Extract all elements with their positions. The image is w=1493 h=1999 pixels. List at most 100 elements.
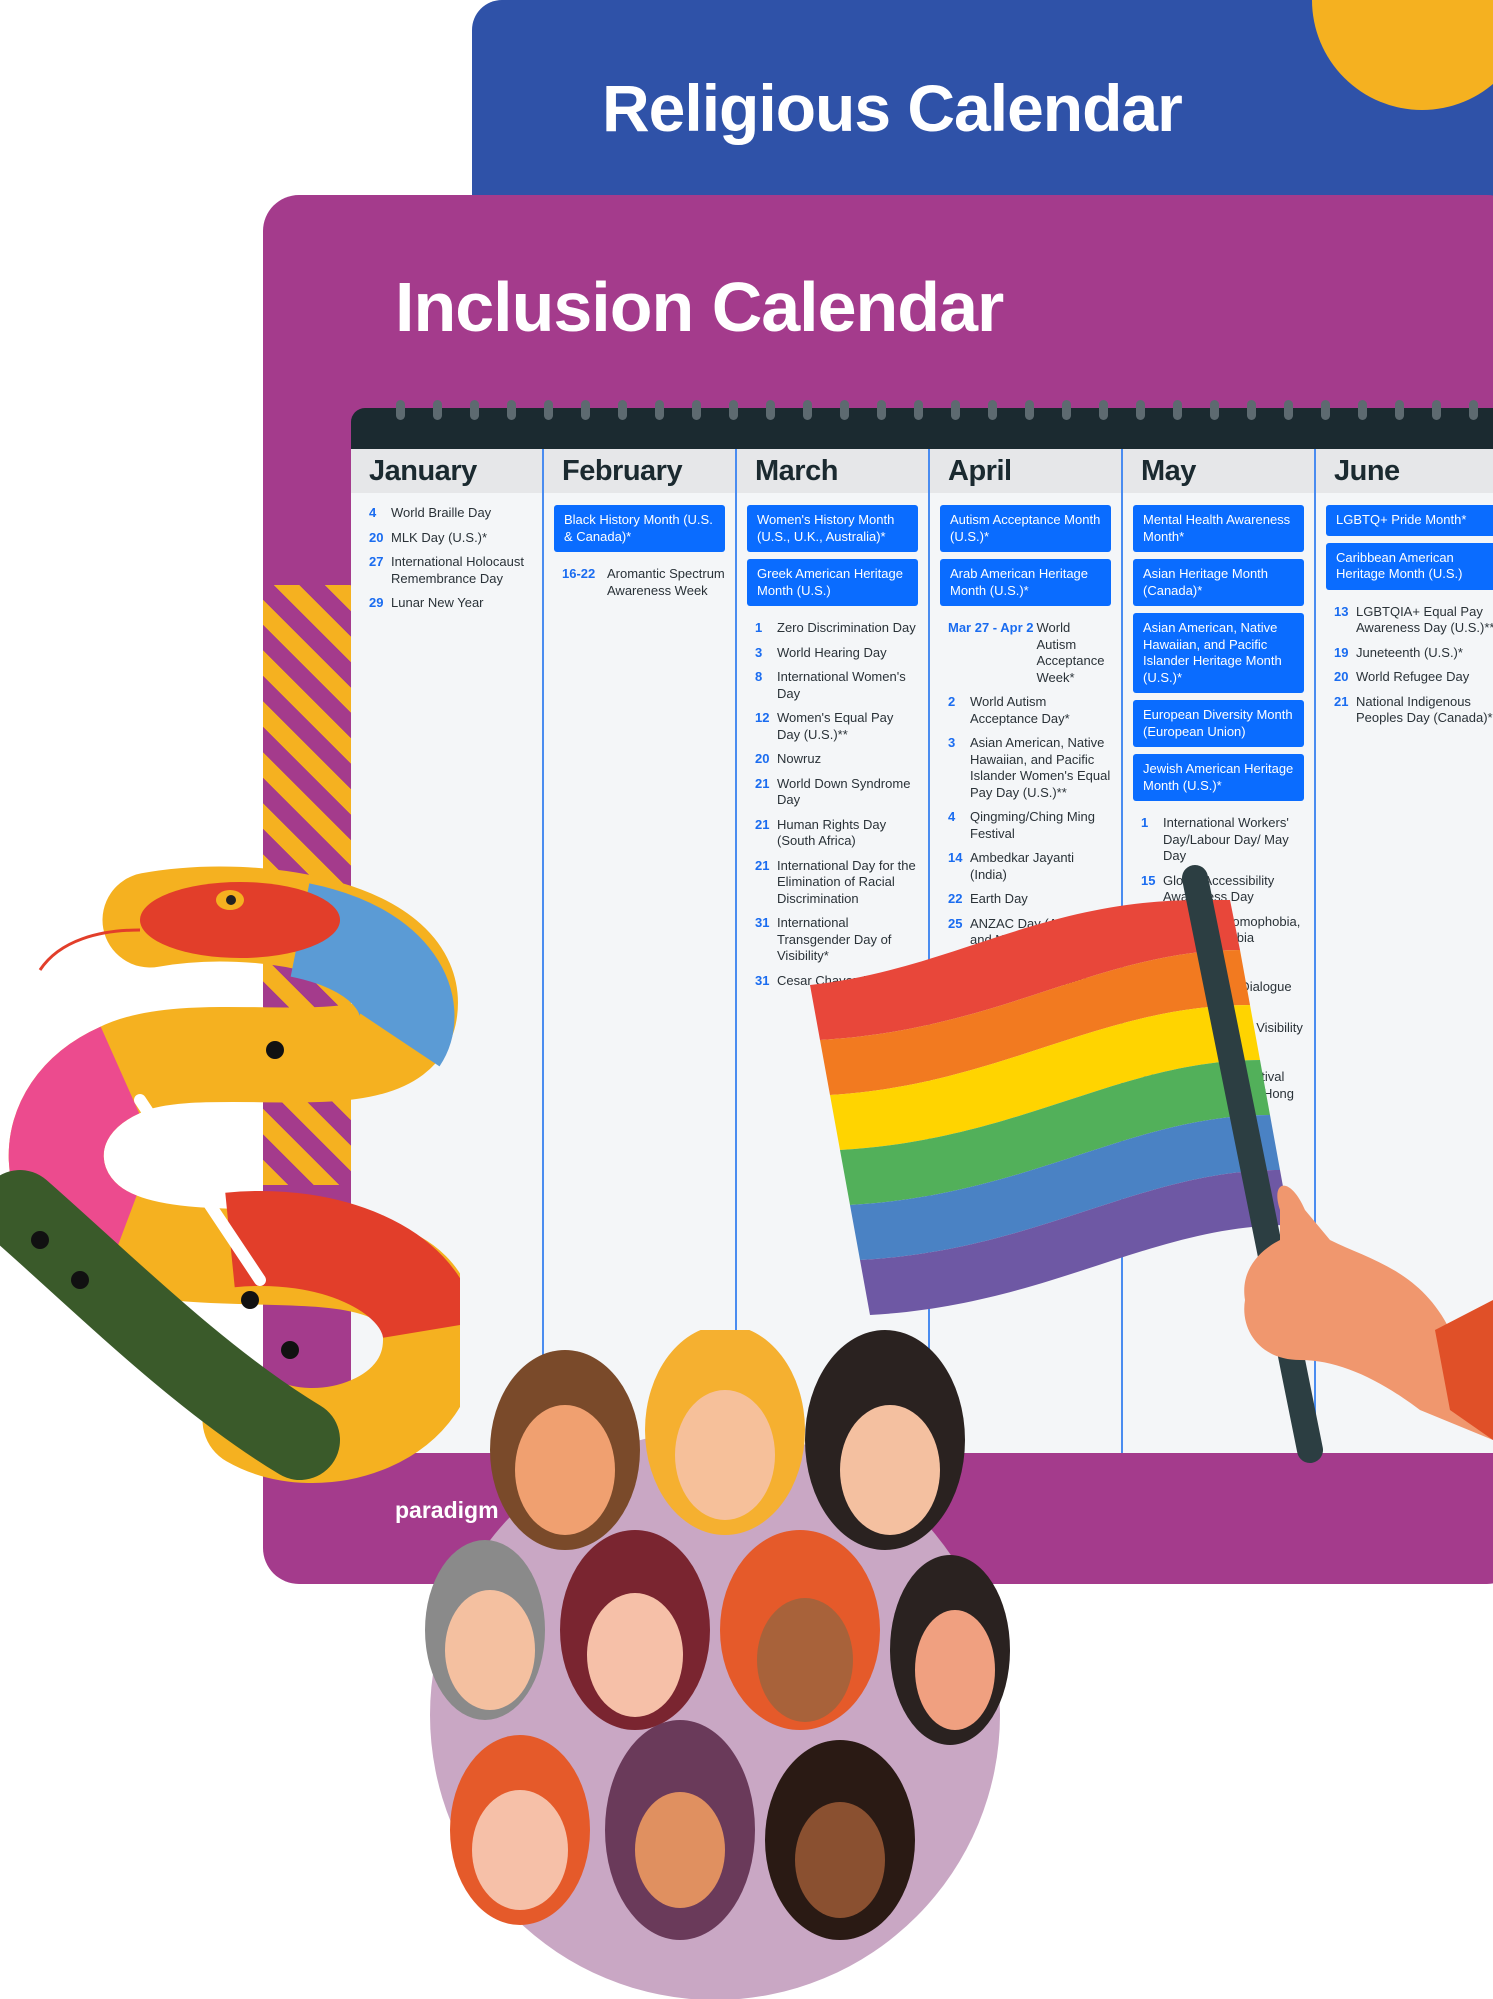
event-name: World Refugee Day bbox=[1356, 669, 1470, 684]
event-name: World Autism Acceptance Day* bbox=[970, 694, 1070, 726]
observance-month-badge: Mental Health Awareness Month* bbox=[1133, 505, 1304, 552]
event-date: 21 bbox=[1334, 693, 1349, 709]
event-name: Qingming/Ching Ming Festival bbox=[970, 809, 1096, 841]
observance-month-badge: European Diversity Month (European Union… bbox=[1133, 700, 1304, 747]
event-date: 20 bbox=[369, 529, 384, 545]
event-item: 8 International Women's Day bbox=[755, 669, 918, 702]
spiral-ring bbox=[507, 400, 516, 420]
event-name: National Indigenous Peoples Day (Canada)… bbox=[1356, 693, 1493, 726]
event-date: 20 bbox=[755, 751, 770, 766]
spiral-ring bbox=[470, 400, 479, 420]
event-date: Mar 27 - Apr 2 bbox=[948, 620, 1034, 635]
event-name: Aromantic Spectrum Awareness Week bbox=[607, 566, 725, 598]
religious-calendar-title: Religious Calendar bbox=[602, 71, 1183, 145]
month-column-february: February Black History Month (U.S. & Cana… bbox=[544, 449, 737, 1453]
observance-month-badge: Jewish American Heritage Month (U.S.)* bbox=[1133, 754, 1304, 801]
spiral-ring bbox=[396, 400, 405, 420]
event-item: 3 Asian American, Native Hawaiian, and Pa… bbox=[948, 735, 1111, 801]
spiral-ring bbox=[1025, 400, 1034, 420]
month-header: February bbox=[544, 449, 735, 493]
event-item: 13 LGBTQIA+ Equal Pay Awareness Day (U.S.… bbox=[1334, 604, 1493, 637]
observance-month-badge: Women's History Month (U.S., U.K., Austr… bbox=[747, 505, 918, 552]
month-events: LGBTQ+ Pride Month* Caribbean American He… bbox=[1316, 493, 1493, 727]
event-date: 20 bbox=[1334, 669, 1349, 684]
event-date: 19 bbox=[1334, 644, 1349, 660]
spiral-ring bbox=[1469, 400, 1478, 420]
inclusion-calendar-title: Inclusion Calendar bbox=[395, 268, 1004, 346]
spiral-ring bbox=[914, 400, 923, 420]
event-item: 12 Women's Equal Pay Day (U.S.)** bbox=[755, 710, 918, 743]
spiral-ring bbox=[1247, 400, 1256, 420]
spiral-ring bbox=[1062, 400, 1071, 420]
spiral-ring bbox=[692, 400, 701, 420]
event-date: 16-22 bbox=[562, 566, 596, 581]
observance-month-badge: Asian Heritage Month (Canada)* bbox=[1133, 559, 1304, 606]
event-date: 3 bbox=[948, 735, 956, 750]
spiral-ring bbox=[1321, 400, 1330, 420]
event-item: 3 World Hearing Day bbox=[755, 645, 918, 662]
spiral-ring bbox=[433, 400, 442, 420]
event-name: Juneteenth (U.S.)* bbox=[1356, 644, 1463, 660]
event-name: World Down Syndrome Day bbox=[777, 775, 911, 808]
spiral-ring bbox=[877, 400, 886, 420]
spiral-ring bbox=[618, 400, 627, 420]
event-name: World Hearing Day bbox=[777, 644, 887, 660]
spiral-ring bbox=[544, 400, 553, 420]
month-header: March bbox=[737, 449, 928, 493]
event-name: Asian American, Native Hawaiian, and Pac… bbox=[970, 735, 1111, 800]
religious-calendar-card: Religious Calendar bbox=[472, 0, 1493, 220]
spiral-ring bbox=[1284, 400, 1293, 420]
event-date: 12 bbox=[755, 710, 770, 725]
spiral-ring bbox=[803, 400, 812, 420]
event-name: International Workers' Day/Labour Day/ M… bbox=[1163, 815, 1289, 863]
event-item: 1 Zero Discrimination Day bbox=[755, 620, 918, 637]
spiral-ring bbox=[766, 400, 775, 420]
event-date: 1 bbox=[755, 620, 763, 635]
event-date: 29 bbox=[369, 595, 384, 610]
event-date: 21 bbox=[755, 857, 770, 873]
spiral-ring bbox=[1395, 400, 1404, 420]
calendar-spiral-binding bbox=[351, 400, 1493, 449]
event-item: 2 World Autism Acceptance Day* bbox=[948, 694, 1111, 727]
event-name: MLK Day (U.S.)* bbox=[391, 529, 488, 545]
event-item: 19 Juneteenth (U.S.)* bbox=[1334, 645, 1493, 662]
event-date: 21 bbox=[755, 816, 770, 832]
event-name: Human Rights Day (South Africa) bbox=[777, 816, 887, 849]
event-item: 21 World Down Syndrome Day bbox=[755, 776, 918, 809]
event-date: 2 bbox=[948, 694, 956, 709]
observance-month-badge: Caribbean American Heritage Month (U.S.) bbox=[1326, 542, 1493, 590]
spiral-ring bbox=[655, 400, 664, 420]
event-name: International Holocaust Remembrance Day bbox=[391, 554, 524, 586]
event-date: 13 bbox=[1334, 603, 1349, 619]
event-date: 31 bbox=[755, 915, 770, 930]
observance-month-badge: Arab American Heritage Month (U.S.)* bbox=[940, 559, 1111, 606]
observance-month-badge: Black History Month (U.S. & Canada)* bbox=[554, 505, 725, 552]
event-name: International Women's Day bbox=[777, 669, 906, 701]
spiral-ring bbox=[1432, 400, 1441, 420]
event-item: 20 MLK Day (U.S.)* bbox=[369, 530, 532, 547]
observance-month-badge: Asian American, Native Hawaiian, and Pac… bbox=[1133, 613, 1304, 693]
event-item: 4 World Braille Day bbox=[369, 505, 532, 522]
spiral-ring bbox=[1136, 400, 1145, 420]
event-date: 3 bbox=[755, 644, 763, 660]
event-name: Zero Discrimination Day bbox=[777, 620, 916, 635]
spiral-ring bbox=[840, 400, 849, 420]
event-date: 27 bbox=[369, 554, 384, 569]
month-events: Black History Month (U.S. & Canada)* 16-2… bbox=[544, 493, 735, 599]
snake-illustration bbox=[0, 866, 460, 1483]
hand-holding-flag-illustration bbox=[1244, 1185, 1493, 1440]
month-events: 4 World Braille Day 20 MLK Day (U.S.)* 27 Int… bbox=[351, 493, 542, 612]
event-name: LGBTQIA+ Equal Pay Awareness Day (U.S.)*… bbox=[1356, 603, 1493, 636]
event-item: 27 International Holocaust Remembrance Da… bbox=[369, 554, 532, 587]
observance-month-badge: Greek American Heritage Month (U.S.) bbox=[747, 559, 918, 606]
event-name: World Braille Day bbox=[391, 505, 492, 520]
event-date: 1 bbox=[1141, 815, 1149, 830]
month-header: June bbox=[1316, 449, 1493, 493]
event-date: 4 bbox=[948, 809, 956, 824]
spiral-ring bbox=[951, 400, 960, 420]
month-header: April bbox=[930, 449, 1121, 493]
event-date: 21 bbox=[755, 775, 770, 791]
observance-month-badge: LGBTQ+ Pride Month* bbox=[1326, 505, 1493, 536]
event-name: Lunar New Year bbox=[391, 595, 484, 610]
sun-decoration bbox=[1312, 0, 1493, 110]
